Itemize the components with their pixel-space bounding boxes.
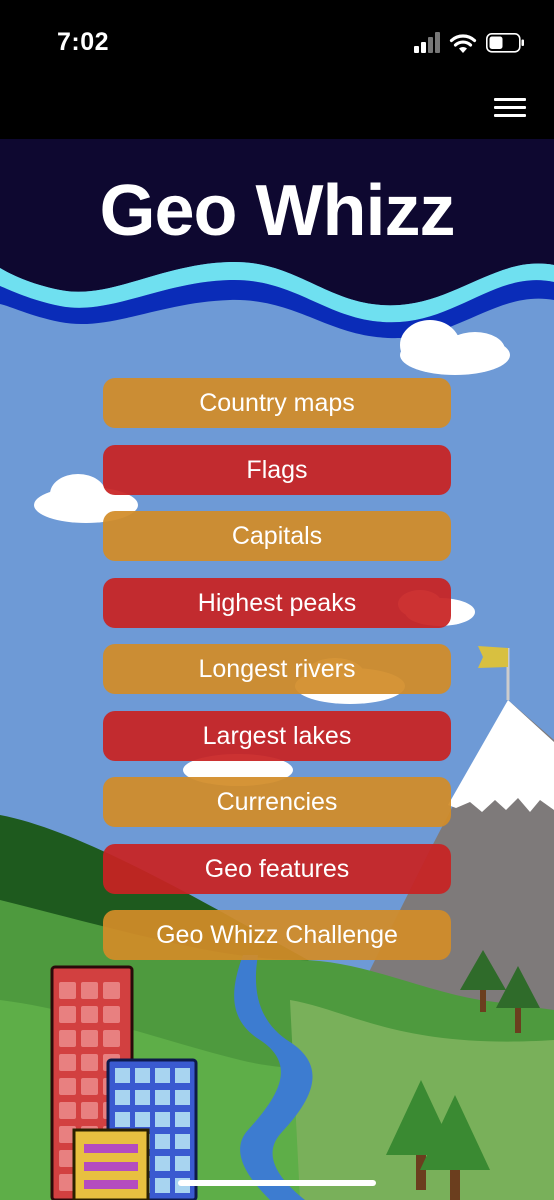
yellow-building bbox=[72, 1128, 150, 1200]
home-indicator[interactable] bbox=[178, 1180, 376, 1186]
category-menu: Country maps Flags Capitals Highest peak… bbox=[103, 378, 451, 977]
battery-icon bbox=[486, 33, 524, 53]
status-time: 7:02 bbox=[57, 28, 110, 56]
menu-item-country-maps[interactable]: Country maps bbox=[103, 378, 451, 428]
menu-item-capitals[interactable]: Capitals bbox=[103, 511, 451, 561]
menu-item-largest-lakes[interactable]: Largest lakes bbox=[103, 710, 451, 761]
nav-bar bbox=[0, 88, 554, 140]
status-bar: 7:02 bbox=[0, 0, 554, 88]
app-title: Geo Whizz bbox=[99, 171, 456, 251]
menu-item-currencies[interactable]: Currencies bbox=[103, 777, 451, 827]
status-icons bbox=[414, 32, 524, 53]
wifi-icon bbox=[449, 34, 477, 53]
menu-item-geo-whizz-challenge[interactable]: Geo Whizz Challenge bbox=[103, 910, 451, 960]
menu-item-flags[interactable]: Flags bbox=[103, 444, 451, 495]
menu-item-geo-features[interactable]: Geo features bbox=[103, 843, 451, 894]
menu-item-highest-peaks[interactable]: Highest peaks bbox=[103, 577, 451, 628]
signal-icon bbox=[414, 32, 440, 53]
menu-item-longest-rivers[interactable]: Longest rivers bbox=[103, 644, 451, 694]
hamburger-menu-icon[interactable] bbox=[494, 96, 528, 120]
